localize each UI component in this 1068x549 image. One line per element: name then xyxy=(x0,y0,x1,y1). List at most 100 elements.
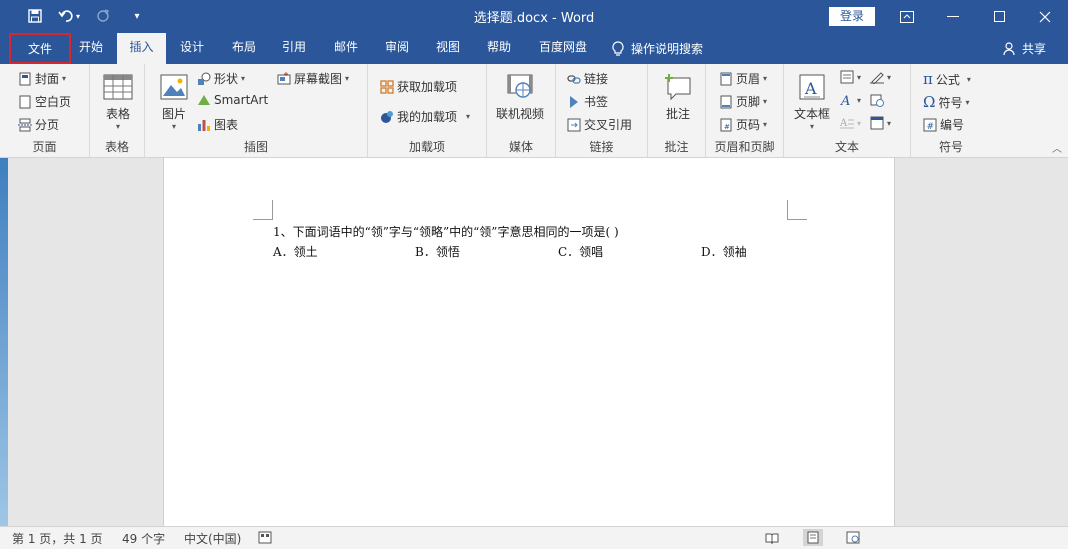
web-layout-icon[interactable] xyxy=(843,529,863,546)
group-label-addins: 加载项 xyxy=(408,140,445,154)
numbering-button[interactable]: # 编号 xyxy=(923,116,964,133)
option-a: A．领土 xyxy=(273,245,318,259)
tab-baidu-netdisk[interactable]: 百度网盘 xyxy=(530,33,596,64)
customize-qat-icon[interactable]: ▾ xyxy=(124,5,150,27)
textbox-button[interactable]: A 文本框 ▾ xyxy=(794,72,830,131)
page-count[interactable]: 第 1 页，共 1 页 xyxy=(12,530,103,547)
tab-mailings[interactable]: 邮件 xyxy=(324,33,368,64)
group-header-footer: 页眉 ▾ 页脚 ▾ # 页码 ▾ 页眉和页脚 xyxy=(706,64,784,158)
share-label: 共享 xyxy=(1021,41,1046,56)
tab-home[interactable]: 开始 xyxy=(69,33,113,64)
my-addins-button[interactable]: 我的加载项 ▾ xyxy=(380,108,470,125)
save-icon[interactable] xyxy=(22,5,48,27)
collapse-ribbon-icon[interactable]: ︿ xyxy=(1052,140,1062,155)
print-layout-icon[interactable] xyxy=(803,529,823,546)
group-illustrations: 图片 ▾ 形状 ▾ SmartArt 图表 屏幕截图 ▾ 插图 xyxy=(145,64,368,158)
maximize-icon[interactable] xyxy=(976,0,1022,33)
cross-reference-icon xyxy=(567,118,581,131)
chart-button[interactable]: 图表 xyxy=(197,116,238,133)
tab-review[interactable]: 审阅 xyxy=(375,33,419,64)
redo-icon[interactable] xyxy=(90,5,116,27)
textbox-icon: A xyxy=(799,74,825,100)
online-video-icon xyxy=(507,74,533,98)
bookmark-button[interactable]: 书签 xyxy=(567,93,608,110)
footer-button[interactable]: 页脚 ▾ xyxy=(719,93,767,110)
group-tables: 表格 ▾ 表格 xyxy=(90,64,145,158)
read-mode-icon[interactable] xyxy=(762,529,782,546)
undo-icon[interactable]: ▾ xyxy=(56,5,82,27)
comment-icon xyxy=(665,74,691,101)
signature-line-button[interactable]: ▾ xyxy=(870,70,891,84)
language-indicator[interactable]: 中文(中国) xyxy=(184,530,241,547)
header-button[interactable]: 页眉 ▾ xyxy=(719,70,767,87)
bookmark-icon xyxy=(570,95,578,108)
login-button[interactable]: 登录 xyxy=(829,7,875,26)
header-icon xyxy=(720,72,732,85)
svg-text:A: A xyxy=(840,118,848,129)
chart-icon xyxy=(198,119,210,131)
page-break-icon xyxy=(18,118,32,131)
group-comments: 批注 批注 xyxy=(648,64,706,158)
group-addins: 获取加载项 我的加载项 ▾ 加载项 xyxy=(368,64,487,158)
tell-me-search[interactable]: 操作说明搜索 xyxy=(612,33,703,64)
tab-insert[interactable]: 插入 xyxy=(117,33,166,64)
screenshot-button[interactable]: 屏幕截图 ▾ xyxy=(277,70,349,87)
cover-page-button[interactable]: 封面 ▾ xyxy=(18,70,66,87)
tab-view[interactable]: 视图 xyxy=(426,33,470,64)
shapes-icon xyxy=(198,72,211,85)
signature-line-icon xyxy=(870,72,884,84)
group-label-tables: 表格 xyxy=(104,140,129,154)
quick-access-toolbar: ▾ ▾ xyxy=(22,5,150,27)
option-c: C．领唱 xyxy=(558,245,604,259)
tab-help[interactable]: 帮助 xyxy=(477,33,521,64)
group-pages: 封面 ▾ 空白页 分页 页面 xyxy=(0,64,90,158)
close-icon[interactable] xyxy=(1022,0,1068,33)
numbering-icon: # xyxy=(923,118,937,132)
page-number-button[interactable]: # 页码 ▾ xyxy=(719,116,767,133)
get-addins-button[interactable]: 获取加载项 xyxy=(380,78,457,95)
object-button[interactable]: ▾ xyxy=(870,116,891,130)
quick-parts-icon xyxy=(840,70,854,84)
group-label-pages: 页面 xyxy=(32,140,57,154)
drop-cap-button[interactable]: A ▾ xyxy=(840,116,861,130)
svg-text:#: # xyxy=(724,123,730,131)
blank-page-icon xyxy=(19,95,31,108)
svg-text:A: A xyxy=(804,79,817,98)
minimize-icon[interactable] xyxy=(930,0,976,33)
ribbon: 封面 ▾ 空白页 分页 页面 表格 ▾ 表格 图片 ▾ 形状 ▾ SmartAr… xyxy=(0,64,1068,158)
cross-reference-button[interactable]: 交叉引用 xyxy=(567,116,632,133)
shapes-button[interactable]: 形状 ▾ xyxy=(197,70,245,87)
ribbon-tab-row: 文件 开始 插入 设计 布局 引用 邮件 审阅 视图 帮助 百度网盘 操作说明搜… xyxy=(0,33,1068,64)
group-media: 联机视频 媒体 xyxy=(487,64,556,158)
share-button[interactable]: 共享 xyxy=(1003,33,1046,64)
store-icon xyxy=(380,79,394,94)
quick-parts-button[interactable]: ▾ xyxy=(840,70,861,84)
table-button[interactable]: 表格 ▾ xyxy=(103,72,133,131)
word-count[interactable]: 49 个字 xyxy=(122,530,165,547)
tab-design[interactable]: 设计 xyxy=(170,33,214,64)
picture-button[interactable]: 图片 ▾ xyxy=(159,72,189,131)
blank-page-button[interactable]: 空白页 xyxy=(18,93,71,110)
tab-layout[interactable]: 布局 xyxy=(222,33,266,64)
tab-file[interactable]: 文件 xyxy=(9,33,71,64)
wordart-button[interactable]: A ▾ xyxy=(840,93,861,107)
page-break-button[interactable]: 分页 xyxy=(18,116,59,133)
tab-references[interactable]: 引用 xyxy=(272,33,316,64)
document-page[interactable]: 1、下面词语中的“领”字与“领略”中的“领”字意思相同的一项是( ) A．领土 … xyxy=(163,158,895,526)
ribbon-display-options-icon[interactable] xyxy=(884,0,930,33)
macro-record-icon[interactable] xyxy=(258,531,272,547)
date-time-icon xyxy=(870,94,884,107)
my-addins-icon xyxy=(381,110,393,123)
smartart-button[interactable]: SmartArt xyxy=(197,93,268,107)
date-time-button[interactable] xyxy=(870,93,884,107)
group-label-header-footer: 页眉和页脚 xyxy=(714,140,775,154)
title-bar: ▾ ▾ 选择题.docx - Word 登录 xyxy=(0,0,1068,33)
symbol-button[interactable]: Ω 符号 ▾ xyxy=(923,93,969,111)
group-label-links: 链接 xyxy=(589,140,614,154)
new-comment-button[interactable]: 批注 xyxy=(663,72,693,122)
omega-icon: Ω xyxy=(923,93,936,111)
online-video-button[interactable]: 联机视频 xyxy=(496,72,544,122)
equation-button[interactable]: π 公式 ▾ xyxy=(923,70,971,88)
link-button[interactable]: 链接 xyxy=(567,70,608,87)
group-label-comments: 批注 xyxy=(664,140,689,154)
